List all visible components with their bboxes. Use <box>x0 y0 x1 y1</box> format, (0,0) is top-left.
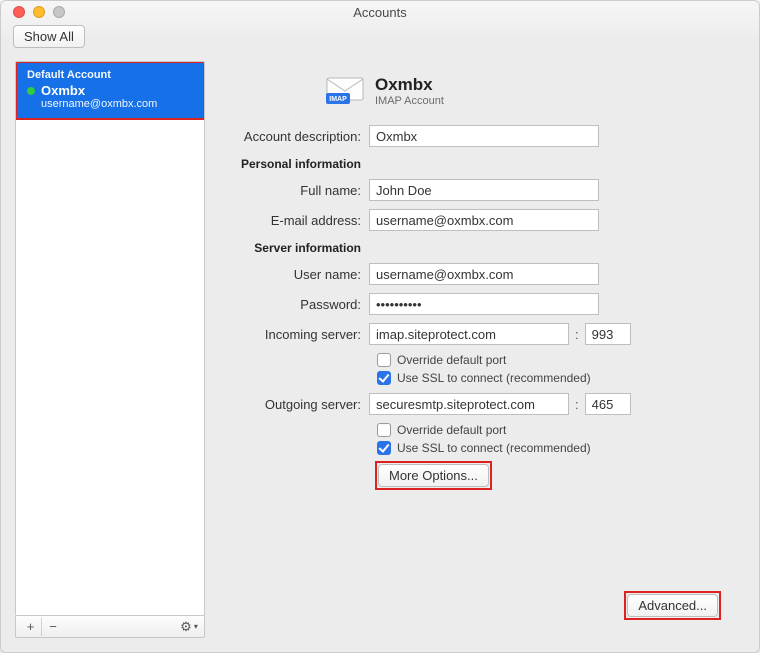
accounts-window: Accounts Show All Default Account Oxmbx … <box>0 0 760 653</box>
label-email: E-mail address: <box>219 213 369 228</box>
svg-text:IMAP: IMAP <box>329 96 347 103</box>
label-password: Password: <box>219 297 369 312</box>
titlebar: Accounts <box>1 1 759 23</box>
account-list[interactable]: Default Account Oxmbx username@oxmbx.com <box>15 61 205 616</box>
status-dot-icon <box>27 87 35 95</box>
incoming-override-port-checkbox[interactable] <box>377 353 391 367</box>
email-input[interactable] <box>369 209 599 231</box>
chevron-down-icon: ▾ <box>194 622 198 631</box>
account-description-input[interactable] <box>369 125 599 147</box>
more-options-button[interactable]: More Options... <box>378 464 489 487</box>
label-incoming-override-port: Override default port <box>397 353 506 367</box>
outgoing-port-input[interactable] <box>585 393 631 415</box>
incoming-port-input[interactable] <box>585 323 631 345</box>
sidebar-section-header: Default Account <box>27 69 195 81</box>
remove-account-button[interactable]: − <box>42 618 64 636</box>
close-icon[interactable] <box>13 6 25 18</box>
account-form: Account description: Personal informatio… <box>219 125 727 490</box>
full-name-input[interactable] <box>369 179 599 201</box>
sidebar-account-name: Oxmbx <box>41 83 85 98</box>
label-outgoing-ssl: Use SSL to connect (recommended) <box>397 441 591 455</box>
content-area: Default Account Oxmbx username@oxmbx.com… <box>1 53 759 652</box>
add-account-button[interactable]: + <box>20 618 42 636</box>
incoming-port-separator: : <box>569 327 585 342</box>
sidebar-account-email: username@oxmbx.com <box>27 98 195 110</box>
outgoing-override-port-checkbox[interactable] <box>377 423 391 437</box>
account-header: IMAP Oxmbx IMAP Account <box>325 75 727 107</box>
sidebar: Default Account Oxmbx username@oxmbx.com… <box>15 61 205 638</box>
account-detail-panel: IMAP Oxmbx IMAP Account Account descript… <box>215 61 745 638</box>
mail-imap-icon: IMAP <box>325 75 365 105</box>
advanced-button[interactable]: Advanced... <box>627 594 718 617</box>
sidebar-gear-menu[interactable]: ⚙︎ ▾ <box>178 618 200 636</box>
show-all-button[interactable]: Show All <box>13 25 85 48</box>
section-server-info: Server information <box>219 241 369 255</box>
label-outgoing-server: Outgoing server: <box>219 397 369 412</box>
sidebar-footer: + − ⚙︎ ▾ <box>15 616 205 638</box>
label-account-description: Account description: <box>219 129 369 144</box>
password-input[interactable] <box>369 293 599 315</box>
label-incoming-server: Incoming server: <box>219 327 369 342</box>
incoming-server-input[interactable] <box>369 323 569 345</box>
traffic-lights <box>13 6 65 18</box>
window-title: Accounts <box>1 5 759 20</box>
label-incoming-ssl: Use SSL to connect (recommended) <box>397 371 591 385</box>
label-full-name: Full name: <box>219 183 369 198</box>
outgoing-port-separator: : <box>569 397 585 412</box>
zoom-icon[interactable] <box>53 6 65 18</box>
account-subtitle: IMAP Account <box>375 95 444 107</box>
incoming-ssl-checkbox[interactable] <box>377 371 391 385</box>
user-name-input[interactable] <box>369 263 599 285</box>
toolbar: Show All <box>1 23 759 53</box>
label-user-name: User name: <box>219 267 369 282</box>
label-outgoing-override-port: Override default port <box>397 423 506 437</box>
minimize-icon[interactable] <box>33 6 45 18</box>
account-title: Oxmbx <box>375 75 444 95</box>
outgoing-server-input[interactable] <box>369 393 569 415</box>
outgoing-ssl-checkbox[interactable] <box>377 441 391 455</box>
gear-icon: ⚙︎ <box>180 619 192 635</box>
sidebar-item-account[interactable]: Default Account Oxmbx username@oxmbx.com <box>15 61 205 120</box>
section-personal-info: Personal information <box>219 157 369 171</box>
